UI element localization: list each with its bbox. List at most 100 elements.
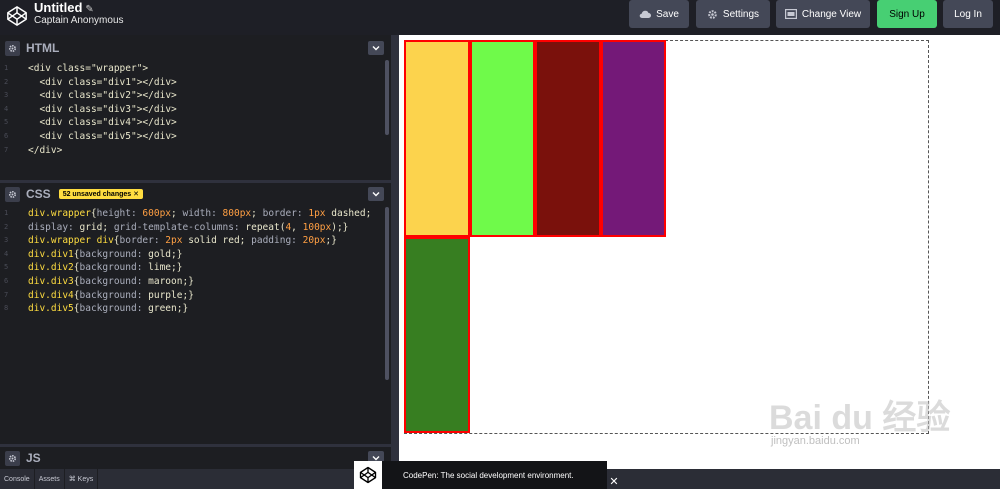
css-code-line[interactable]: 4 div.div1{background: gold;} [0, 248, 391, 262]
pen-title[interactable]: Untitled ✎ [34, 0, 94, 15]
code-text: <div class="div2"></div> [39, 90, 177, 102]
js-pane-title: JS [26, 451, 41, 465]
html-code-line[interactable]: 3 <div class="div2"></div> [0, 89, 391, 103]
change-view-button[interactable]: Change View [776, 0, 870, 28]
html-collapse-chevron-icon[interactable] [368, 41, 384, 55]
assets-button[interactable]: Assets [35, 469, 65, 489]
html-pane-title: HTML [26, 41, 60, 55]
js-pane-header[interactable]: JS [0, 447, 391, 469]
editors-column: HTML 1 <div class="wrapper"> 2 <div class=… [0, 35, 391, 489]
code-text: div.wrapper div{border: 2px solid red; p… [28, 235, 337, 247]
code-text: div.div1{background: gold;} [28, 248, 183, 260]
code-text: <div class="div3"></div> [39, 103, 177, 115]
css-scrollbar[interactable] [385, 207, 389, 380]
css-pane-title: CSS [26, 187, 51, 201]
line-number: 6 [4, 131, 9, 140]
html-code-line[interactable]: 7 </div> [0, 144, 391, 158]
line-number: 8 [4, 304, 9, 313]
editor-preview-resizer[interactable] [391, 35, 399, 469]
html-code-line[interactable]: 4 <div class="div3"></div> [0, 103, 391, 117]
preview-div3 [535, 40, 601, 237]
line-number: 7 [4, 145, 9, 154]
unsaved-changes-badge[interactable]: 52 unsaved changes ✕ [58, 189, 143, 199]
code-text: display: grid; grid-template-columns: re… [28, 221, 349, 233]
css-collapse-chevron-icon[interactable] [368, 187, 384, 201]
css-settings-gear-icon[interactable] [5, 186, 20, 202]
toast-message: CodePen: The social development environm… [403, 470, 574, 480]
html-pane-header[interactable]: HTML [0, 37, 391, 59]
signup-label: Sign Up [889, 8, 925, 20]
codepen-logo-icon[interactable] [6, 5, 28, 27]
toast-close-icon[interactable]: ✕ [607, 473, 621, 489]
line-number: 4 [4, 104, 9, 113]
baidu-watermark: Bai du 经验 jingyan.baidu.com [769, 390, 950, 447]
html-scrollbar[interactable] [385, 60, 389, 135]
bottom-bar: Console Assets ⌘ Keys [0, 469, 391, 489]
code-text: <div class="div1"></div> [39, 76, 177, 88]
pen-title-text[interactable]: Untitled [34, 0, 82, 15]
css-code-line[interactable]: 7 div.div4{background: purple;} [0, 289, 391, 303]
code-text: div.wrapper{height: 600px; width: 800px;… [28, 208, 372, 219]
code-text: </div> [28, 144, 63, 156]
line-number: 6 [4, 276, 9, 285]
line-number: 4 [4, 249, 9, 258]
css-editor[interactable]: 1 div.wrapper{height: 600px; width: 800px… [0, 207, 391, 442]
preview-div1 [404, 40, 470, 237]
login-button[interactable]: Log In [943, 0, 993, 28]
css-code-line[interactable]: 3 div.wrapper div{border: 2px solid red; … [0, 234, 391, 248]
preview-div2 [469, 40, 535, 237]
line-number: 1 [4, 64, 9, 72]
console-button[interactable]: Console [0, 469, 35, 489]
line-number: 1 [4, 209, 9, 217]
unsaved-changes-text: 52 unsaved changes [62, 191, 132, 198]
login-label: Log In [954, 8, 982, 20]
settings-button[interactable]: Settings [696, 0, 770, 28]
watermark-main: Bai du 经验 [769, 399, 951, 437]
signup-button[interactable]: Sign Up [877, 0, 937, 28]
preview-wrapper [404, 40, 929, 434]
html-code-line[interactable]: 1 <div class="wrapper"> [0, 62, 391, 76]
css-code-line[interactable]: 2 display: grid; grid-template-columns: r… [0, 221, 391, 235]
change-view-label: Change View [801, 8, 862, 20]
author-name[interactable]: Captain Anonymous [34, 15, 124, 26]
code-text: <div class="div4"></div> [39, 117, 177, 129]
line-number: 2 [4, 222, 9, 231]
html-settings-gear-icon[interactable] [5, 40, 20, 56]
cloud-icon [639, 10, 652, 18]
line-number: 3 [4, 91, 9, 100]
save-label: Save [656, 8, 679, 20]
settings-label: Settings [722, 8, 760, 20]
toast-codepen-logo-icon [354, 461, 382, 489]
html-code-line[interactable]: 5 <div class="div4"></div> [0, 116, 391, 130]
line-number: 7 [4, 290, 9, 299]
css-code-line[interactable]: 8 div.div5{background: green;} [0, 302, 391, 316]
css-code-line[interactable]: 6 div.div3{background: maroon;} [0, 275, 391, 289]
preview-div4 [600, 40, 666, 237]
css-pane-header[interactable]: CSS 52 unsaved changes ✕ [0, 183, 391, 205]
line-number: 2 [4, 77, 9, 86]
html-code-line[interactable]: 2 <div class="div1"></div> [0, 76, 391, 90]
save-button[interactable]: Save [629, 0, 689, 28]
layout-icon [784, 9, 797, 19]
line-number: 3 [4, 236, 9, 245]
gear-icon [708, 9, 717, 19]
code-text: div.div2{background: lime;} [28, 262, 183, 274]
css-code-line[interactable]: 5 div.div2{background: lime;} [0, 261, 391, 275]
keys-button[interactable]: ⌘ Keys [65, 469, 99, 489]
code-text: div.div4{background: purple;} [28, 289, 194, 301]
line-number: 5 [4, 263, 9, 272]
code-text: div.div5{background: green;} [28, 303, 189, 315]
code-text: <div class="wrapper"> [28, 63, 149, 74]
codepen-toast: CodePen: The social development environm… [382, 461, 607, 489]
js-settings-gear-icon[interactable] [5, 450, 20, 466]
code-text: <div class="div5"></div> [39, 130, 177, 142]
preview-div5 [404, 236, 470, 433]
close-badge-icon[interactable]: ✕ [133, 191, 139, 198]
code-text: div.div3{background: maroon;} [28, 275, 194, 287]
css-code-line[interactable]: 1 div.wrapper{height: 600px; width: 800px… [0, 207, 391, 221]
line-number: 5 [4, 118, 9, 127]
header-bar: Untitled ✎ Captain Anonymous Save Setting… [0, 0, 1000, 35]
pencil-icon[interactable]: ✎ [85, 4, 93, 15]
html-code-line[interactable]: 6 <div class="div5"></div> [0, 130, 391, 144]
html-editor[interactable]: 1 <div class="wrapper"> 2 <div class="div1… [0, 62, 391, 180]
